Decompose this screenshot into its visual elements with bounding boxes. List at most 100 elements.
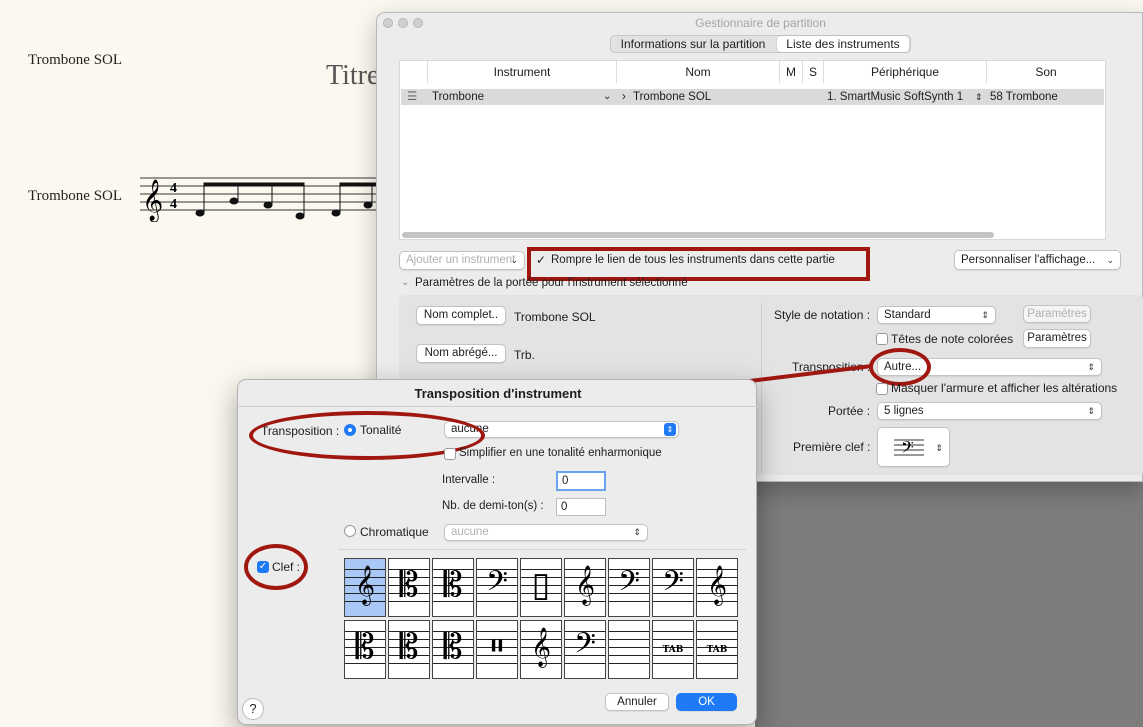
clef-glyph: 𝄞 — [574, 565, 596, 605]
cell-nom[interactable]: Trombone SOL — [633, 89, 711, 105]
clef-glyph: TAB — [706, 645, 728, 655]
staff-label-top: Trombone SOL — [28, 52, 123, 68]
updown-icon: ⇕ — [633, 527, 641, 537]
col-son[interactable]: Son — [987, 61, 1105, 83]
hide-key-label: Masquer l'armure et afficher les altérat… — [891, 381, 1118, 395]
clef-glyph: ▯ — [531, 565, 551, 605]
semitones-label: Nb. de demi-ton(s) : — [442, 500, 544, 512]
simplify-checkbox[interactable] — [444, 448, 456, 460]
chevron-right-icon[interactable]: › — [622, 89, 626, 105]
staff-label: Trombone SOL — [28, 188, 123, 204]
tab-score-info[interactable]: Informations sur la partition — [613, 36, 773, 52]
col-nom[interactable]: Nom — [617, 61, 780, 83]
chromatic-label: Chromatique — [360, 525, 429, 539]
clef-option[interactable]: TAB — [652, 620, 694, 679]
annotation-box — [527, 247, 870, 281]
clef-glyph: 𝄢 — [574, 627, 596, 667]
time-sig-bottom: 4 — [170, 197, 177, 212]
music-staff[interactable]: 𝄞 4 4 — [140, 172, 380, 222]
clef-option[interactable]: TAB — [696, 620, 738, 679]
notation-style-select[interactable]: Standard ⇕ — [877, 306, 996, 324]
score-title: Titre — [326, 60, 380, 91]
divider — [338, 549, 746, 550]
simplify-label: Simplifier en une tonalité enharmonique — [459, 447, 662, 459]
colored-heads-label: Têtes de note colorées — [891, 332, 1014, 346]
clef-option[interactable]: 𝄢 — [564, 620, 606, 679]
semitones-input[interactable]: 0 — [556, 498, 606, 516]
interval-label: Intervalle : — [442, 474, 496, 486]
short-name-button[interactable]: Nom abrégé... — [416, 344, 506, 363]
clef-option[interactable]: 𝄡 — [344, 620, 386, 679]
colored-heads-checkbox[interactable] — [876, 333, 888, 345]
updown-icon: ⇕ — [981, 310, 989, 320]
interval-input[interactable]: 0 — [556, 471, 606, 491]
dialog-title: Transposition d'instrument — [414, 386, 582, 401]
cell-peripherique[interactable]: 1. SmartMusic SoftSynth 1 — [827, 89, 963, 105]
help-button[interactable]: ? — [242, 698, 264, 720]
chevron-down-icon: ⌄ — [1106, 255, 1114, 265]
clef-option[interactable]: 𝄞 — [696, 558, 738, 617]
customize-label: Personnaliser l'affichage... — [961, 254, 1096, 266]
clef-glyph: 𝄞 — [530, 627, 552, 667]
chromatic-select: aucune ⇕ — [444, 524, 648, 541]
clef-glyph: 𝄡 — [355, 627, 375, 667]
add-instrument-label: Ajouter un instrument — [406, 254, 516, 266]
annotation-ellipse — [244, 544, 308, 590]
updown-icon: ⇕ — [935, 443, 943, 453]
clef-glyph: 𝄞 — [706, 565, 728, 605]
instrument-table: Instrument Nom M S Périphérique Son ☰ Tr… — [399, 60, 1106, 240]
ok-button[interactable]: OK — [676, 693, 737, 711]
col-peripherique[interactable]: Périphérique — [824, 61, 987, 83]
col-instrument[interactable]: Instrument — [428, 61, 617, 83]
clef-option[interactable]: 𝄢 — [652, 558, 694, 617]
clef-option[interactable]: 𝄢 — [608, 558, 650, 617]
clef-option[interactable]: 𝄡 — [388, 620, 430, 679]
clef-glyph: TAB — [662, 645, 684, 655]
staff-lines — [609, 631, 649, 671]
treble-clef-icon: 𝄞 — [142, 179, 163, 222]
params-button[interactable]: Paramètres — [1023, 329, 1091, 348]
section-title: Paramètres de la portée pour l'instrumen… — [415, 277, 688, 289]
updown-icon: ⇕ — [1087, 406, 1095, 416]
chevron-down-icon: ⌄ — [510, 255, 518, 265]
disclosure-chevron-icon[interactable]: ⌄ — [401, 277, 409, 288]
staff-select[interactable]: 5 lignes ⇕ — [877, 402, 1102, 420]
first-clef-label: Première clef : — [793, 440, 871, 454]
clef-option[interactable]: 𝄡 — [432, 620, 474, 679]
chromatic-value: aucune — [451, 526, 489, 538]
clef-glyph: 𝄡 — [443, 565, 463, 605]
table-row[interactable]: ☰ Trombone ⌄ › Trombone SOL 1. SmartMusi… — [401, 89, 1104, 105]
bass-clef-icon: 𝄢 — [894, 437, 924, 460]
col-m[interactable]: M — [780, 61, 803, 83]
clef-glyph: 𝄢 — [618, 565, 640, 605]
clef-option[interactable]: 𝄞 — [520, 620, 562, 679]
clef-option[interactable]: ▯ — [520, 558, 562, 617]
cancel-button[interactable]: Annuler — [605, 693, 669, 711]
clef-option[interactable]: 𝄞 — [344, 558, 386, 617]
full-name-value: Trombone SOL — [514, 310, 596, 324]
updown-icon[interactable]: ⇕ — [975, 89, 983, 105]
cell-son[interactable]: 58 Trombone — [990, 89, 1058, 105]
clef-option[interactable] — [608, 620, 650, 679]
chromatic-radio[interactable] — [344, 525, 356, 537]
clef-option[interactable]: 𝄡 — [388, 558, 430, 617]
col-s[interactable]: S — [803, 61, 824, 83]
cell-instrument[interactable]: Trombone — [432, 89, 484, 105]
clef-option[interactable]: 𝄢 — [476, 558, 518, 617]
chevron-down-icon[interactable]: ⌄ — [603, 89, 611, 105]
tab-instrument-list[interactable]: Liste des instruments — [777, 36, 909, 52]
clef-glyph: 𝄡 — [443, 627, 463, 667]
clef-option[interactable]: 𝄡 — [432, 558, 474, 617]
transposition-dialog: Transposition d'instrument Transposition… — [237, 379, 758, 725]
drag-handle-icon[interactable]: ☰ — [407, 89, 417, 105]
add-instrument-popup: Ajouter un instrument ⌄ — [399, 251, 525, 270]
first-clef-select[interactable]: 𝄢 ⇕ — [877, 427, 950, 467]
window-title: Gestionnaire de partition — [695, 16, 826, 30]
horizontal-scrollbar[interactable] — [402, 232, 994, 238]
clef-grid: 𝄞 𝄡 𝄡 𝄢 ▯ 𝄞 𝄢 𝄢 𝄞 𝄡 𝄡 𝄡 𝄥 𝄞 𝄢 TAB TAB — [344, 558, 740, 680]
clef-option[interactable]: 𝄞 — [564, 558, 606, 617]
customize-display-popup[interactable]: Personnaliser l'affichage... ⌄ — [954, 250, 1121, 270]
full-name-button[interactable]: Nom complet.. — [416, 306, 506, 325]
time-sig-top: 4 — [170, 181, 177, 196]
clef-option[interactable]: 𝄥 — [476, 620, 518, 679]
